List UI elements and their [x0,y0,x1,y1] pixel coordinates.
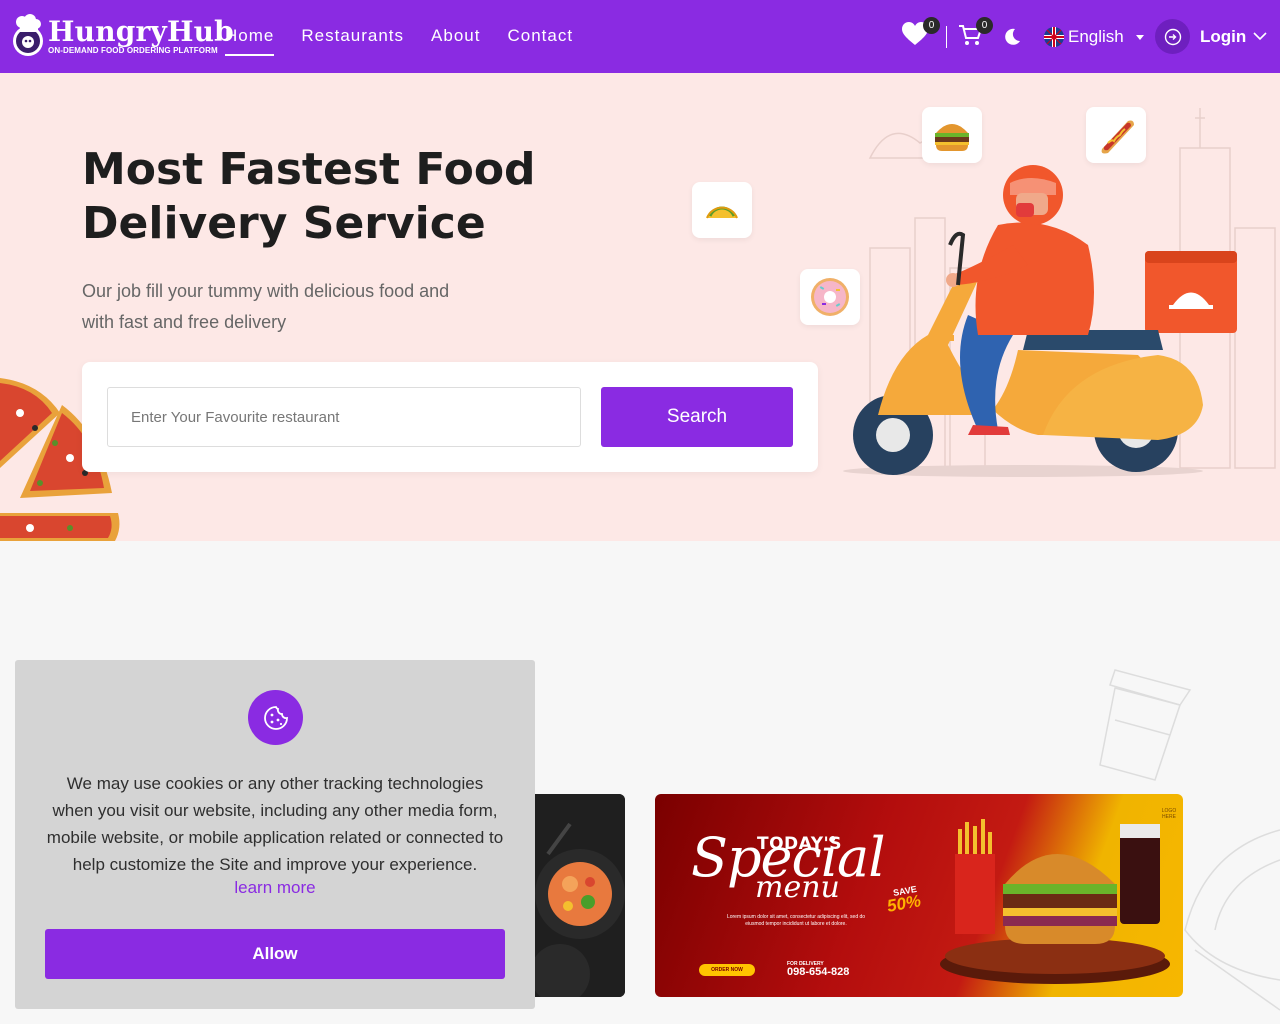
hero-title-line2: Delivery Service [82,198,486,249]
dark-mode-toggle[interactable] [1003,28,1021,51]
search-button[interactable]: Search [601,387,793,447]
login-icon-button[interactable] [1155,19,1190,54]
cookie-allow-button[interactable]: Allow [45,929,505,979]
cookie-icon-badge [248,690,303,745]
nav-home[interactable]: Home [225,26,275,56]
food-banner-left[interactable] [520,794,625,997]
language-selector[interactable]: English [1044,27,1144,47]
promo-order-now-button[interactable]: ORDER NOW [699,964,755,976]
hero-title: Most Fastest Food Delivery Service [82,143,542,251]
nav-restaurants[interactable]: Restaurants [301,26,404,56]
wishlist-button[interactable]: 0 [902,17,940,51]
delivery-scooter-illustration [843,165,1237,477]
chef-logo-icon [10,14,46,58]
language-label: English [1068,27,1124,46]
brand-tagline: ON-DEMAND FOOD ORDERING PLATFORM [48,46,218,55]
login-icon [1164,28,1181,45]
brand-logo[interactable]: HungryHub ON-DEMAND FOOD ORDERING PLATFO… [10,14,234,58]
uk-flag-icon [1044,27,1064,47]
todays-special-banner[interactable]: TODAY'S Special menu SAVE 50% Lorem ipsu… [655,794,1183,997]
taco-tile [692,182,752,238]
salad-bowl-image [520,794,625,997]
promo-logo-placeholder: LOGO HERE [1161,808,1177,820]
hero-subtitle-line2: with fast and free delivery [82,312,287,332]
nav-contact[interactable]: Contact [507,26,573,56]
caret-down-icon [1135,34,1144,40]
taco-icon [706,206,738,219]
burger-fries-image [940,819,1170,984]
hero-title-line1: Most Fastest Food [82,144,536,195]
hero-section: Most Fastest Food Delivery Service Our j… [0,73,1280,541]
promo-phone: 098-654-828 [787,966,850,978]
promo-menu: menu [755,870,840,905]
wishlist-count-badge: 0 [923,17,940,34]
cart-button[interactable]: 0 [958,17,993,51]
moon-icon [1005,28,1020,45]
cookie-learn-more-link[interactable]: learn more [15,878,535,898]
restaurant-search-input[interactable] [107,387,581,447]
promo-description: Lorem ipsum dolor sit amet, consectetur … [726,914,866,927]
sandwich-outline-decoration [1184,829,1280,1011]
main-nav: Home Restaurants About Contact [225,26,573,56]
hero-subtitle: Our job fill your tummy with delicious f… [82,276,502,338]
promo-discount: 50% [885,891,923,916]
nav-about[interactable]: About [431,26,480,56]
cookie-icon [263,705,288,730]
login-link[interactable]: Login [1200,27,1246,47]
restaurant-search-card: Search [82,362,818,472]
hero-subtitle-line1: Our job fill your tummy with delicious f… [82,281,450,301]
cookie-message: We may use cookies or any other tracking… [46,774,504,874]
brand-name: HungryHub [48,15,234,48]
nav-divider [946,26,947,48]
coffee-cup-outline-decoration [1099,669,1192,781]
top-navbar: HungryHub ON-DEMAND FOOD ORDERING PLATFO… [0,0,1280,73]
cart-count-badge: 0 [976,17,993,34]
cookie-consent-dialog: We may use cookies or any other tracking… [15,660,535,1009]
chevron-down-icon[interactable] [1253,31,1267,41]
